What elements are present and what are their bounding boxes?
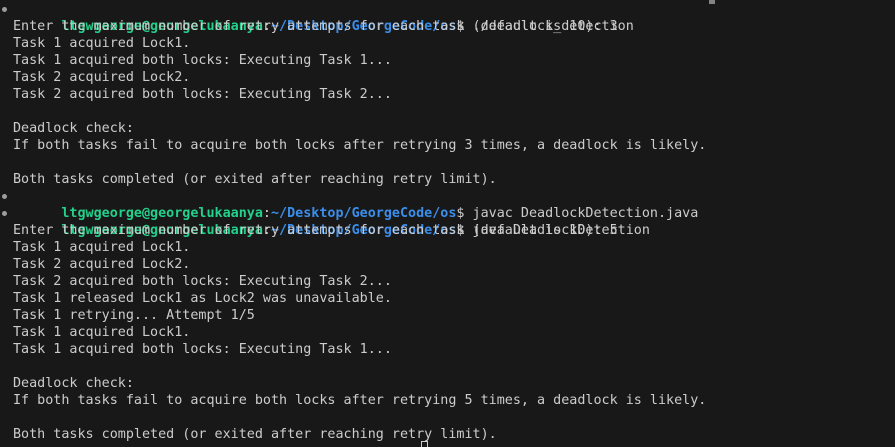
output-line: If both tasks fail to acquire both locks… bbox=[13, 138, 707, 153]
command-decoration-icon[interactable] bbox=[2, 194, 7, 199]
prompt-line: ltgwgeorge@georgelukaanya:~/Desktop/Geor… bbox=[2, 1, 895, 34]
output-line: Enter the maximum number of retry attemp… bbox=[13, 223, 618, 238]
command-decoration-icon[interactable] bbox=[2, 7, 7, 12]
output-line: Task 2 acquired Lock2. bbox=[13, 70, 191, 85]
output-line: Deadlock check: bbox=[13, 121, 134, 136]
output-line: Task 1 acquired Lock1. bbox=[13, 325, 191, 340]
output-line: Task 2 acquired both locks: Executing Ta… bbox=[13, 87, 392, 102]
output-line: Task 2 acquired Lock2. bbox=[13, 257, 191, 272]
text-cursor bbox=[421, 441, 428, 447]
output-line: Task 2 acquired both locks: Executing Ta… bbox=[13, 274, 392, 289]
output-line: Task 1 acquired both locks: Executing Ta… bbox=[13, 53, 392, 68]
output-line: Task 1 released Lock1 as Lock2 was unava… bbox=[13, 291, 392, 306]
terminal-window[interactable]: ltgwgeorge@georgelukaanya:~/Desktop/Geor… bbox=[0, 0, 895, 447]
terminal-output: ltgwgeorge@georgelukaanya:~/Desktop/Geor… bbox=[2, 1, 895, 443]
output-line: Task 1 acquired Lock1. bbox=[13, 240, 191, 255]
output-line: Task 1 acquired both locks: Executing Ta… bbox=[13, 342, 392, 357]
output-line: Task 1 retrying... Attempt 1/5 bbox=[13, 308, 255, 323]
output-line: Both tasks completed (or exited after re… bbox=[13, 172, 497, 187]
output-line: Deadlock check: bbox=[13, 376, 134, 391]
output-line: Both tasks completed (or exited after re… bbox=[13, 427, 497, 442]
prompt-line: ltgwgeorge@georgelukaanya:~/Desktop/Geor… bbox=[2, 205, 895, 238]
output-line: Task 1 acquired Lock1. bbox=[13, 36, 191, 51]
prompt-line: ltgwgeorge@georgelukaanya:~/Desktop/Geor… bbox=[2, 188, 895, 221]
output-line: If both tasks fail to acquire both locks… bbox=[13, 393, 707, 408]
command-decoration-icon[interactable] bbox=[2, 211, 7, 216]
output-line: Enter the maximum number of retry attemp… bbox=[13, 19, 618, 34]
